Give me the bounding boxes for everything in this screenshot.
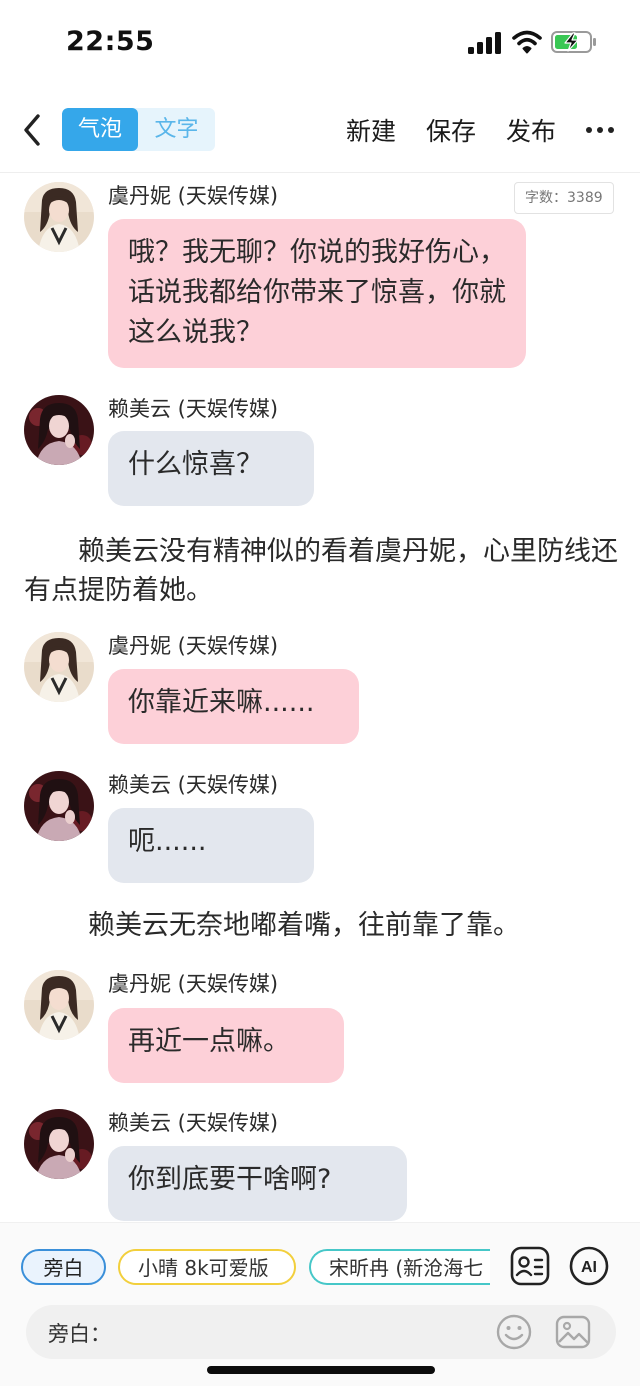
role-chip-narrator[interactable]: 旁白	[21, 1249, 106, 1285]
status-bar: 22:55	[0, 0, 640, 90]
composer-panel: 旁白 小晴 8k可爱版 宋昕冉 (新沧海七 AI 旁白：	[0, 1222, 640, 1386]
avatar[interactable]	[24, 632, 94, 702]
battery-charging-icon	[551, 31, 596, 53]
mode-toggle: 气泡 文字	[62, 108, 215, 151]
sender-name: 赖美云 (天娱传媒)	[108, 773, 279, 797]
message-bubble[interactable]: 呃......	[108, 808, 314, 883]
signal-icon	[468, 32, 501, 54]
nav-divider	[0, 172, 640, 173]
publish-button[interactable]: 发布	[506, 112, 556, 148]
message-bubble[interactable]: 你靠近来嘛......	[108, 669, 359, 744]
message-bubble[interactable]: 哦？我无聊？你说的我好伤心，话说我都给你带来了惊喜，你就这么说我？	[108, 219, 526, 368]
nav-bar: 气泡 文字 新建 保存 发布	[0, 100, 640, 160]
sender-name: 赖美云 (天娱传媒)	[108, 1111, 279, 1135]
ai-label: AI	[581, 1259, 597, 1276]
avatar[interactable]	[24, 182, 94, 252]
emoji-icon[interactable]	[496, 1314, 532, 1350]
role-chip[interactable]: 宋昕冉 (新沧海七	[309, 1249, 490, 1285]
message-input[interactable]: 旁白：	[26, 1305, 616, 1359]
input-role-label: 旁白：	[48, 1322, 111, 1346]
wifi-icon	[512, 30, 542, 54]
avatar[interactable]	[24, 1109, 94, 1179]
ai-icon[interactable]: AI	[569, 1246, 609, 1286]
avatar[interactable]	[24, 395, 94, 465]
sender-name: 虞丹妮 (天娱传媒)	[108, 184, 279, 208]
home-indicator	[207, 1366, 435, 1374]
avatar[interactable]	[24, 970, 94, 1040]
more-icon[interactable]	[586, 127, 614, 135]
message-bubble[interactable]: 再近一点嘛。	[108, 1008, 344, 1083]
sender-name: 赖美云 (天娱传媒)	[108, 397, 279, 421]
new-button[interactable]: 新建	[346, 112, 396, 148]
narration-text[interactable]: 赖美云无奈地嘟着嘴，往前靠了靠。	[88, 906, 618, 945]
status-time: 22:55	[66, 26, 155, 57]
save-button[interactable]: 保存	[426, 112, 476, 148]
contact-card-icon[interactable]	[510, 1246, 550, 1286]
role-chip[interactable]: 小晴 8k可爱版	[118, 1249, 296, 1285]
message-bubble[interactable]: 你到底要干啥啊?	[108, 1146, 407, 1221]
message-bubble[interactable]: 什么惊喜？	[108, 431, 314, 506]
tab-text-mode[interactable]: 文字	[138, 108, 215, 151]
word-count-badge: 字数：3389	[514, 182, 614, 214]
image-icon[interactable]	[555, 1314, 591, 1350]
tab-bubble-mode[interactable]: 气泡	[62, 108, 138, 151]
sender-name: 虞丹妮 (天娱传媒)	[108, 634, 279, 658]
avatar[interactable]	[24, 771, 94, 841]
narration-text[interactable]: 赖美云没有精神似的看着虞丹妮，心里防线还有点提防着她。	[24, 532, 620, 610]
back-chevron-icon[interactable]	[18, 110, 48, 150]
sender-name: 虞丹妮 (天娱传媒)	[108, 972, 279, 996]
